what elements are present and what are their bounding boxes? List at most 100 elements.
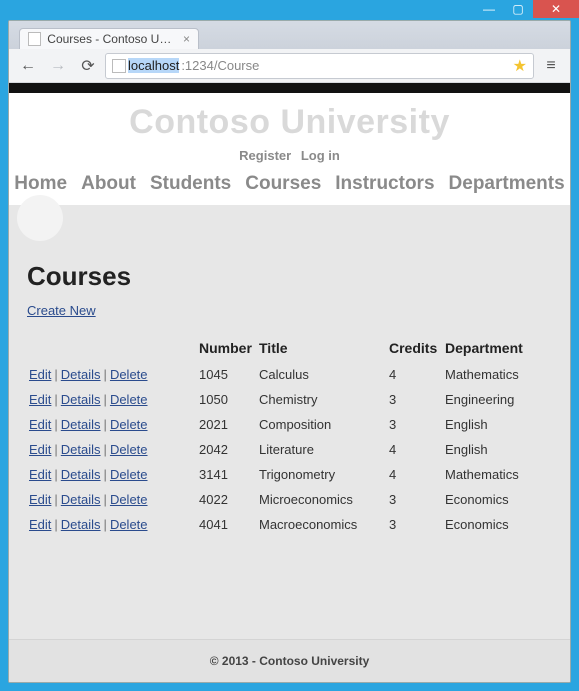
cell-title: Calculus <box>257 362 387 387</box>
table-row: Edit|Details|Delete2042Literature4Englis… <box>27 437 552 462</box>
delete-link[interactable]: Delete <box>110 442 148 457</box>
window-minimize-button[interactable]: — <box>475 0 503 18</box>
cell-title: Composition <box>257 412 387 437</box>
window-close-button[interactable]: ✕ <box>533 0 579 18</box>
cell-credits: 4 <box>387 462 443 487</box>
tab-close-icon[interactable]: × <box>183 32 190 46</box>
row-actions: Edit|Details|Delete <box>27 462 197 487</box>
separator: | <box>54 517 57 532</box>
cell-credits: 3 <box>387 387 443 412</box>
reload-button[interactable]: ⟳ <box>75 53 101 79</box>
bookmark-star-icon[interactable]: ★ <box>513 56 527 76</box>
cell-credits: 4 <box>387 437 443 462</box>
separator: | <box>54 417 57 432</box>
separator: | <box>54 492 57 507</box>
cell-department: English <box>443 412 552 437</box>
edit-link[interactable]: Edit <box>29 417 51 432</box>
cell-number: 3141 <box>197 462 257 487</box>
col-number-header: Number <box>197 336 257 362</box>
page-heading: Courses <box>27 261 552 292</box>
cell-credits: 4 <box>387 362 443 387</box>
register-link[interactable]: Register <box>239 148 291 163</box>
separator: | <box>104 467 107 482</box>
edit-link[interactable]: Edit <box>29 492 51 507</box>
edit-link[interactable]: Edit <box>29 442 51 457</box>
col-credits-header: Credits <box>387 336 443 362</box>
separator: | <box>54 392 57 407</box>
row-actions: Edit|Details|Delete <box>27 387 197 412</box>
details-link[interactable]: Details <box>61 517 101 532</box>
page-content: Courses Create New Number Title Credits … <box>9 241 570 639</box>
create-new-link[interactable]: Create New <box>27 303 96 318</box>
site-title: Contoso University <box>9 103 570 142</box>
cell-department: Mathematics <box>443 462 552 487</box>
details-link[interactable]: Details <box>61 392 101 407</box>
cell-title: Literature <box>257 437 387 462</box>
edit-link[interactable]: Edit <box>29 517 51 532</box>
table-row: Edit|Details|Delete1045Calculus4Mathemat… <box>27 362 552 387</box>
browser-tab[interactable]: Courses - Contoso Univer × <box>19 28 199 49</box>
delete-link[interactable]: Delete <box>110 467 148 482</box>
back-button[interactable]: ← <box>15 53 41 79</box>
delete-link[interactable]: Delete <box>110 367 148 382</box>
window-maximize-button[interactable]: ▢ <box>504 0 532 18</box>
nav-home[interactable]: Home <box>14 173 67 195</box>
table-row: Edit|Details|Delete3141Trigonometry4Math… <box>27 462 552 487</box>
delete-link[interactable]: Delete <box>110 417 148 432</box>
site-header: Contoso University Register Log in Home … <box>9 93 570 205</box>
nav-departments[interactable]: Departments <box>449 173 565 195</box>
site-identity-icon <box>112 59 126 73</box>
cell-department: Mathematics <box>443 362 552 387</box>
table-header-row: Number Title Credits Department <box>27 336 552 362</box>
details-link[interactable]: Details <box>61 467 101 482</box>
row-actions: Edit|Details|Delete <box>27 437 197 462</box>
table-row: Edit|Details|Delete4022Microeconomics3Ec… <box>27 487 552 512</box>
details-link[interactable]: Details <box>61 417 101 432</box>
delete-link[interactable]: Delete <box>110 492 148 507</box>
address-path: :1234/Course <box>181 58 259 73</box>
page-viewport: Contoso University Register Log in Home … <box>9 83 570 682</box>
separator: | <box>54 467 57 482</box>
cell-number: 1045 <box>197 362 257 387</box>
cell-department: English <box>443 437 552 462</box>
separator: | <box>104 492 107 507</box>
nav-courses[interactable]: Courses <box>245 173 321 195</box>
nav-instructors[interactable]: Instructors <box>335 173 434 195</box>
cell-number: 2042 <box>197 437 257 462</box>
top-stripe <box>9 83 570 93</box>
page-footer: © 2013 - Contoso University <box>9 639 570 682</box>
edit-link[interactable]: Edit <box>29 467 51 482</box>
table-row: Edit|Details|Delete4041Macroeconomics3Ec… <box>27 512 552 537</box>
login-link[interactable]: Log in <box>301 148 340 163</box>
cell-title: Chemistry <box>257 387 387 412</box>
address-bar[interactable]: localhost:1234/Course ★ <box>105 53 534 79</box>
courses-table: Number Title Credits Department Edit|Det… <box>27 336 552 537</box>
cell-credits: 3 <box>387 487 443 512</box>
details-link[interactable]: Details <box>61 367 101 382</box>
edit-link[interactable]: Edit <box>29 367 51 382</box>
delete-link[interactable]: Delete <box>110 392 148 407</box>
cell-number: 4041 <box>197 512 257 537</box>
separator: | <box>54 367 57 382</box>
page-favicon-icon <box>28 32 41 46</box>
cell-department: Economics <box>443 487 552 512</box>
col-department-header: Department <box>443 336 552 362</box>
main-nav: Home About Students Courses Instructors … <box>9 173 570 195</box>
delete-link[interactable]: Delete <box>110 517 148 532</box>
separator: | <box>104 517 107 532</box>
tab-title: Courses - Contoso Univer <box>47 32 177 46</box>
nav-students[interactable]: Students <box>150 173 231 195</box>
cell-title: Trigonometry <box>257 462 387 487</box>
row-actions: Edit|Details|Delete <box>27 512 197 537</box>
edit-link[interactable]: Edit <box>29 392 51 407</box>
separator: | <box>104 442 107 457</box>
details-link[interactable]: Details <box>61 492 101 507</box>
details-link[interactable]: Details <box>61 442 101 457</box>
forward-button[interactable]: → <box>45 53 71 79</box>
nav-about[interactable]: About <box>81 173 136 195</box>
browser-menu-button[interactable]: ≡ <box>538 53 564 79</box>
address-host: localhost <box>128 58 179 73</box>
separator: | <box>104 367 107 382</box>
table-row: Edit|Details|Delete2021Composition3Engli… <box>27 412 552 437</box>
row-actions: Edit|Details|Delete <box>27 487 197 512</box>
